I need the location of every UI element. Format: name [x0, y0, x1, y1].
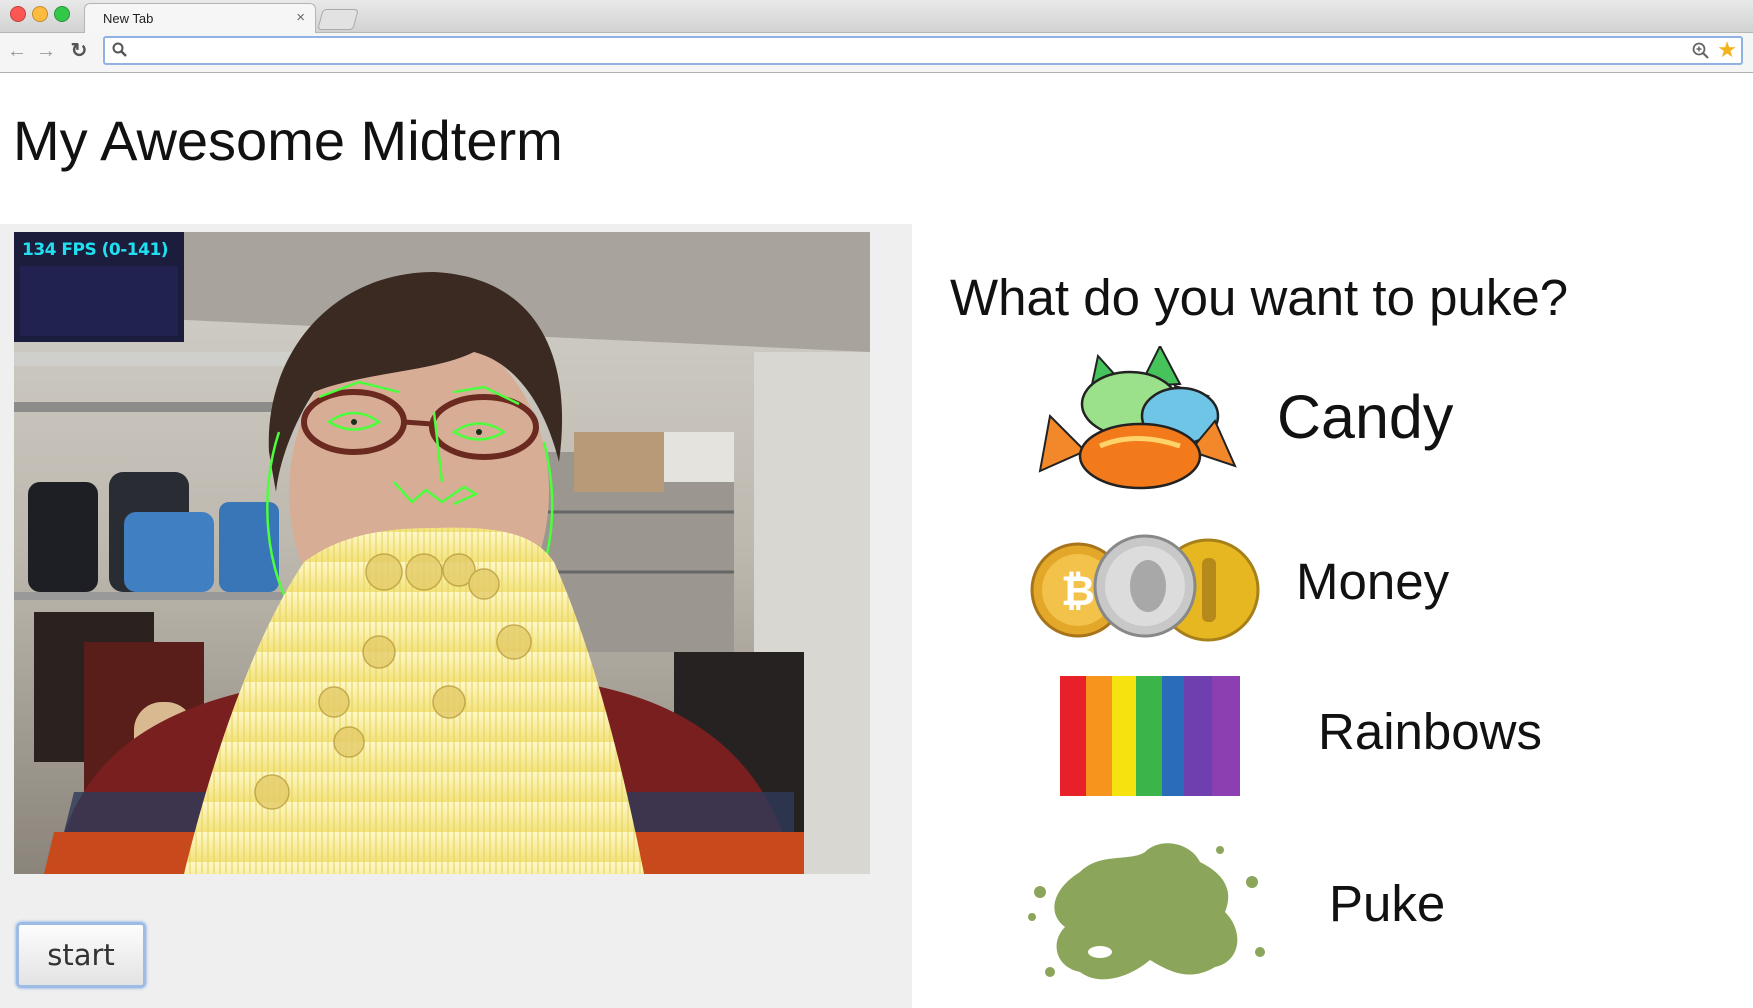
option-rainbows[interactable]: Rainbows [1030, 676, 1542, 796]
new-tab-button[interactable] [317, 9, 359, 30]
rainbow-icon [1060, 676, 1240, 796]
option-candy[interactable]: Candy [1030, 346, 1470, 492]
bookmark-star-icon[interactable]: ★ [1717, 38, 1737, 62]
option-puke[interactable]: Puke [1020, 832, 1470, 992]
fps-label: 134 FPS (0-141) [22, 240, 169, 260]
back-button[interactable]: ← [6, 39, 28, 63]
search-icon [112, 42, 127, 57]
option-label: Rainbows [1318, 703, 1542, 760]
puke-splat-icon [1028, 843, 1265, 980]
webcam-canvas: 134 FPS (0-141) [14, 232, 870, 874]
option-label: Candy [1277, 383, 1454, 451]
tab-close-icon[interactable]: × [296, 9, 305, 26]
address-bar[interactable]: ★ [103, 36, 1743, 65]
forward-button[interactable]: → [35, 39, 57, 63]
title-bar: New Tab × [0, 0, 1753, 33]
coins-icon: ₿ [1030, 534, 1260, 642]
start-button[interactable]: start [16, 922, 146, 988]
fps-meter: 134 FPS (0-141) [14, 232, 184, 342]
fps-graph [20, 266, 178, 336]
window-minimize-button[interactable] [32, 6, 48, 22]
reload-button[interactable]: ↻ [68, 39, 90, 63]
option-label: Money [1296, 553, 1450, 610]
video-panel: 134 FPS (0-141) start [0, 224, 912, 1008]
zoom-icon[interactable] [1691, 41, 1711, 61]
address-input[interactable] [135, 40, 1669, 63]
page-title: My Awesome Midterm [13, 109, 563, 172]
question-heading: What do you want to puke? [950, 269, 1569, 326]
option-money[interactable]: ₿ Money [1030, 530, 1470, 650]
window-maximize-button[interactable] [54, 6, 70, 22]
browser-tab[interactable]: New Tab × [84, 3, 316, 33]
browser-toolbar: ← → ↻ ★ [0, 33, 1753, 73]
option-label: Puke [1329, 875, 1446, 932]
svg-text:₿: ₿ [1061, 566, 1095, 615]
candy-icon [1030, 346, 1240, 492]
tab-title: New Tab [103, 11, 154, 26]
window-close-button[interactable] [10, 6, 26, 22]
